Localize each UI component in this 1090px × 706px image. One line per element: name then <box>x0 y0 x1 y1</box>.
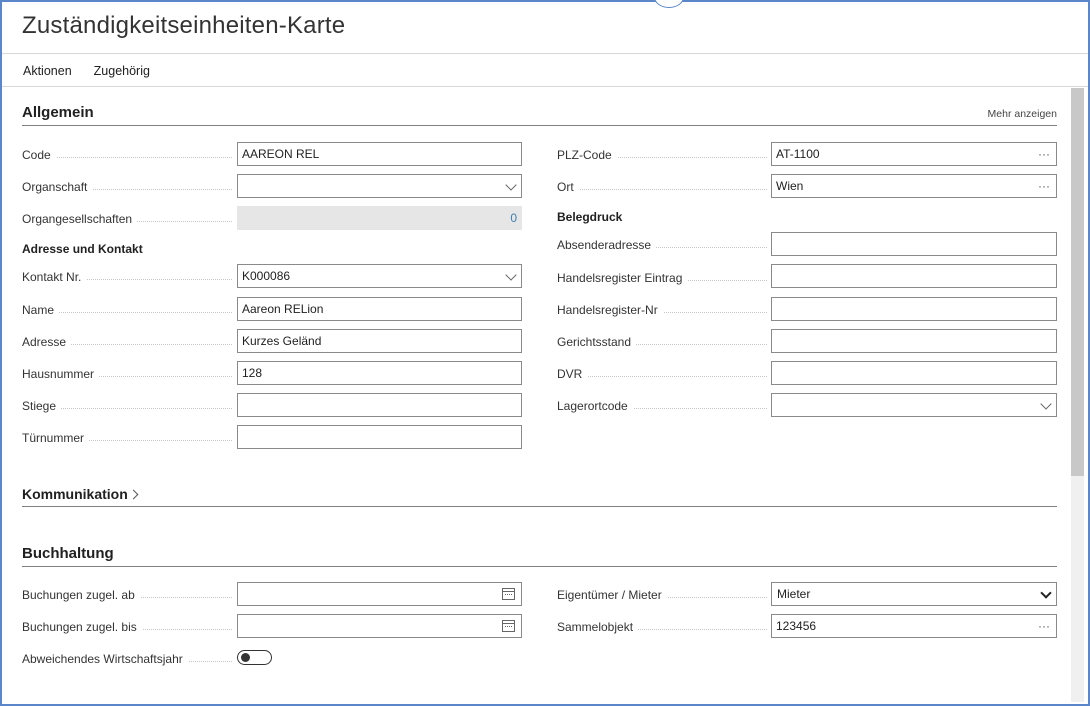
section-buchhaltung-divider <box>22 566 1057 567</box>
organgesellschaften-value[interactable]: 0 <box>237 206 522 230</box>
lagerortcode-label: Lagerortcode <box>557 399 767 415</box>
buchungen-bis-label: Buchungen zugel. bis <box>22 620 232 636</box>
sammelobjekt-label: Sammelobjekt <box>557 620 767 636</box>
plz-code-label: PLZ-Code <box>557 148 767 164</box>
abweichendes-wj-label: Abweichendes Wirtschaftsjahr <box>22 652 232 668</box>
tuernummer-label: Türnummer <box>22 431 232 447</box>
stiege-label: Stiege <box>22 399 232 415</box>
absenderadresse-label: Absenderadresse <box>557 238 767 254</box>
ort-field[interactable]: Wien ··· <box>771 174 1057 198</box>
handelsregister-nr-label: Handelsregister-Nr <box>557 303 767 319</box>
chevron-down-icon <box>505 269 517 281</box>
dvr-label: DVR <box>557 367 767 383</box>
organschaft-label: Organschaft <box>22 180 232 196</box>
belegdruck-header: Belegdruck <box>557 210 623 224</box>
eigentuemer-mieter-label: Eigentümer / Mieter <box>557 588 767 604</box>
hausnummer-field[interactable]: 128 <box>237 361 522 385</box>
menu-aktionen[interactable]: Aktionen <box>23 64 72 78</box>
lookup-ellipsis-icon[interactable]: ··· <box>1038 175 1050 197</box>
buchungen-ab-date[interactable] <box>237 582 522 606</box>
lookup-ellipsis-icon[interactable]: ··· <box>1038 615 1050 637</box>
toggle-knob <box>241 653 250 662</box>
chevron-down-icon <box>505 179 517 191</box>
kontakt-nr-select[interactable]: K000086 <box>237 264 522 288</box>
gerichtsstand-field[interactable] <box>771 329 1057 353</box>
lookup-ellipsis-icon[interactable]: ··· <box>1038 143 1050 165</box>
header-divider <box>2 53 1088 54</box>
code-label: Code <box>22 148 232 164</box>
chevron-down-icon <box>1040 398 1052 410</box>
section-kommunikation-title[interactable]: Kommunikation <box>22 486 139 502</box>
handelsregister-eintrag-field[interactable] <box>771 264 1057 288</box>
code-field[interactable]: AAREON REL <box>237 142 522 166</box>
stiege-field[interactable] <box>237 393 522 417</box>
calendar-icon[interactable] <box>502 588 515 600</box>
calendar-icon[interactable] <box>502 620 515 632</box>
chevron-right-icon <box>128 489 139 500</box>
handelsregister-eintrag-label: Handelsregister Eintrag <box>557 271 767 287</box>
show-more-link[interactable]: Mehr anzeigen <box>988 108 1057 120</box>
sammelobjekt-field[interactable]: 123456 ··· <box>771 614 1057 638</box>
chevron-down-icon <box>1040 587 1052 599</box>
section-allgemein-title[interactable]: Allgemein <box>22 104 94 121</box>
section-allgemein-divider <box>22 125 1057 126</box>
adresse-kontakt-header: Adresse und Kontakt <box>22 242 143 256</box>
menu-divider <box>2 86 1088 87</box>
adresse-label: Adresse <box>22 335 232 351</box>
absenderadresse-field[interactable] <box>771 232 1057 256</box>
page-title: Zuständigkeitseinheiten-Karte <box>22 12 346 39</box>
name-label: Name <box>22 303 232 319</box>
handelsregister-nr-field[interactable] <box>771 297 1057 321</box>
scrollbar-thumb[interactable] <box>1071 88 1084 476</box>
plz-code-field[interactable]: AT-1100 ··· <box>771 142 1057 166</box>
kontakt-nr-label: Kontakt Nr. <box>22 270 232 286</box>
name-field[interactable]: Aareon RELion <box>237 297 522 321</box>
adresse-field[interactable]: Kurzes Geländ <box>237 329 522 353</box>
action-menu: Aktionen Zugehörig <box>23 64 150 78</box>
tuernummer-field[interactable] <box>237 425 522 449</box>
gerichtsstand-label: Gerichtsstand <box>557 335 767 351</box>
hausnummer-label: Hausnummer <box>22 367 232 383</box>
buchungen-bis-date[interactable] <box>237 614 522 638</box>
organgesellschaften-label: Organgesellschaften <box>22 212 232 228</box>
dvr-field[interactable] <box>771 361 1057 385</box>
section-buchhaltung-title[interactable]: Buchhaltung <box>22 545 114 562</box>
lagerortcode-select[interactable] <box>771 393 1057 417</box>
eigentuemer-mieter-select[interactable]: Mieter <box>771 582 1057 606</box>
section-kommunikation-divider <box>22 506 1057 507</box>
menu-zugehoerig[interactable]: Zugehörig <box>94 64 150 78</box>
abweichendes-wj-toggle[interactable] <box>237 650 272 665</box>
ort-label: Ort <box>557 180 767 196</box>
buchungen-ab-label: Buchungen zugel. ab <box>22 588 232 604</box>
organschaft-select[interactable] <box>237 174 522 198</box>
